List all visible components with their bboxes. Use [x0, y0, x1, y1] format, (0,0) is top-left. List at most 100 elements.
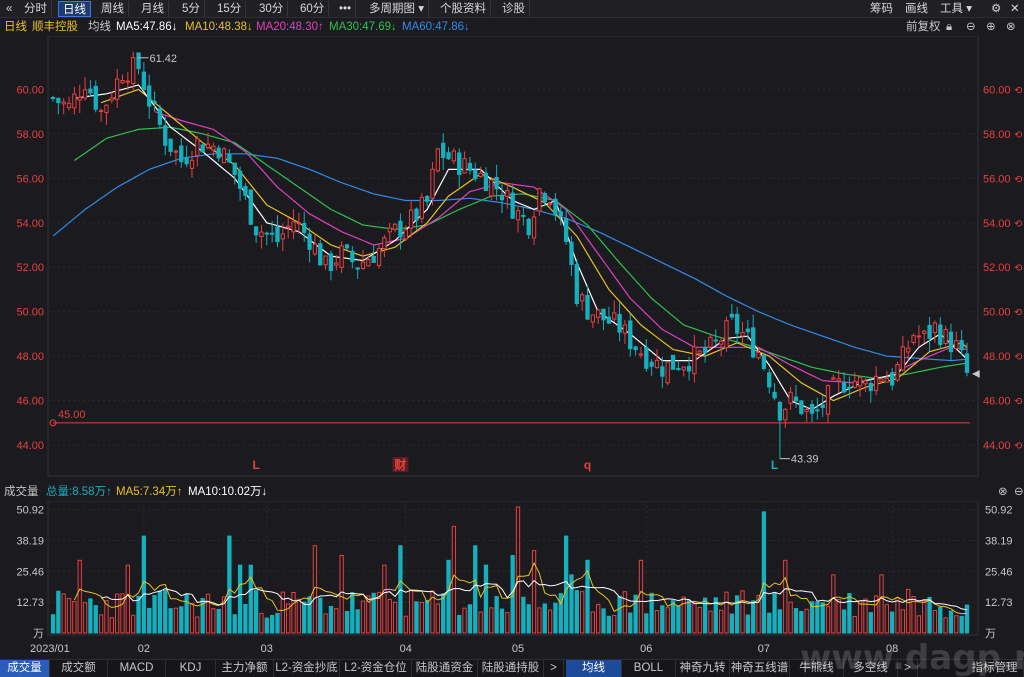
- volume-bar: [596, 603, 601, 634]
- candle-body: [847, 386, 852, 389]
- draw-line-button[interactable]: 画线: [905, 1, 928, 17]
- tab-kdj[interactable]: KDJ: [166, 660, 216, 677]
- tab-ma-overlay[interactable]: 均线: [566, 660, 622, 677]
- volume-bar: [473, 545, 478, 634]
- tab-60min[interactable]: 60分: [296, 1, 330, 17]
- plus-icon[interactable]: ⊕: [986, 18, 996, 36]
- stock-profile-button[interactable]: 个股资料: [436, 1, 491, 17]
- multi-period-dropdown[interactable]: 多周期图 ▾: [365, 1, 429, 17]
- close-icon[interactable]: ✕: [1010, 1, 1020, 17]
- tab-monthly[interactable]: 月线: [137, 1, 169, 17]
- volume-tick-left: 25.46: [16, 566, 44, 578]
- tab-l2-position[interactable]: L2-资金仓位: [340, 660, 412, 677]
- volume-bar: [799, 610, 804, 634]
- tab-weekly[interactable]: 周线: [97, 1, 129, 17]
- candle-body: [911, 335, 916, 344]
- candle-body: [692, 346, 697, 375]
- tab-l2-bottom[interactable]: L2-资金抄底: [274, 660, 340, 677]
- month-label: 04: [400, 643, 412, 655]
- period-label: 日线: [4, 21, 27, 33]
- candle-body: [264, 232, 269, 235]
- adjust-mode-label[interactable]: 前复权: [906, 18, 941, 36]
- volume-bar: [205, 593, 211, 634]
- volume-bar: [61, 593, 66, 634]
- tools-dropdown[interactable]: 工具 ▾: [940, 1, 972, 17]
- back-icon[interactable]: «: [2, 1, 16, 17]
- volume-bar: [120, 593, 125, 634]
- last-price-arrow-icon: ◀: [972, 368, 980, 379]
- candle-body: [767, 372, 772, 388]
- candle-body: [772, 391, 777, 399]
- candle-body: [50, 96, 56, 99]
- month-label: 05: [512, 643, 524, 655]
- minus-icon[interactable]: ⊖: [966, 18, 976, 36]
- volume-bar: [93, 605, 98, 634]
- volume-bar: [654, 610, 660, 634]
- candle-body: [724, 320, 729, 349]
- tab-magic-five[interactable]: 神奇五线谱: [730, 660, 790, 677]
- tab-magic-nine[interactable]: 神奇九转: [676, 660, 730, 677]
- event-marker: q: [584, 458, 591, 472]
- candle-body: [510, 192, 515, 219]
- volume-bar: [718, 609, 724, 634]
- tab-scroll-right-1[interactable]: >: [544, 660, 564, 677]
- candle-body: [120, 79, 125, 84]
- volume-bar: [66, 598, 72, 634]
- candle-body: [841, 382, 847, 393]
- candle-body: [916, 335, 922, 338]
- volume-chart[interactable]: 50.92 50.92 38.19 38.19 25.46 25.46 12.73 12.73…: [0, 501, 1024, 659]
- volume-bar: [617, 595, 622, 634]
- volume-bar: [825, 605, 831, 634]
- ma20-line: [154, 111, 968, 384]
- volume-tick-left: 50.92: [16, 505, 44, 517]
- volume-bar: [216, 608, 221, 634]
- lock-icon[interactable]: 🔒︎: [946, 18, 952, 36]
- volume-close-icon[interactable]: ⊗: [998, 483, 1008, 501]
- volume-collapse-icon[interactable]: ⊖: [1014, 483, 1024, 501]
- tab-hk-connect-flow[interactable]: 陆股通资金: [412, 660, 478, 677]
- settings-gear-icon[interactable]: ⚙: [991, 1, 1001, 17]
- price-chart[interactable]: 60.00 60.00 58.00 58.00 56.00 56.00 54.00 54.00…: [0, 36, 1024, 481]
- candle-body: [676, 367, 681, 371]
- tab-volume[interactable]: 成交量: [0, 660, 50, 677]
- ma-mode-label[interactable]: 均线: [88, 18, 111, 36]
- diagnose-button[interactable]: 诊股: [498, 1, 530, 17]
- tab-main-net[interactable]: 主力净额: [216, 660, 274, 677]
- tab-30min[interactable]: 30分: [255, 1, 289, 17]
- candle-body: [494, 177, 499, 190]
- price-tick-left: 52.00: [16, 262, 44, 274]
- tab-macd[interactable]: MACD: [108, 660, 166, 677]
- volume-bar: [777, 609, 783, 634]
- volume-bar: [804, 608, 809, 634]
- candle-body: [360, 261, 366, 269]
- close-circle-icon[interactable]: ⊗: [1006, 18, 1016, 36]
- price-tick-left: 48.00: [16, 351, 44, 363]
- tab-boll[interactable]: BOLL: [622, 660, 676, 677]
- volume-bar: [590, 611, 596, 634]
- candle-body: [189, 159, 195, 169]
- candle-body: [868, 382, 873, 392]
- volume-bar: [323, 613, 328, 634]
- volume-bar: [403, 615, 408, 634]
- chip-distribution-button[interactable]: 筹码: [870, 1, 893, 17]
- tab-timeshare[interactable]: 分时: [20, 1, 52, 17]
- tab-5min[interactable]: 5分: [178, 1, 205, 17]
- candle-body: [569, 241, 574, 265]
- candle-body: [72, 93, 77, 109]
- candle-body: [890, 372, 895, 386]
- candle-body: [633, 346, 638, 351]
- candle-body: [312, 243, 318, 255]
- candle-body: [88, 88, 93, 94]
- volume-bar: [521, 596, 526, 634]
- volume-bar: [237, 564, 243, 634]
- volume-bar: [264, 617, 269, 634]
- tab-15min[interactable]: 15分: [213, 1, 247, 17]
- tab-turnover[interactable]: 成交额: [50, 660, 108, 677]
- refresh-icon: ⟲: [1014, 85, 1023, 96]
- candle-body: [815, 409, 820, 412]
- tab-hk-connect-hold[interactable]: 陆股通持股: [478, 660, 544, 677]
- tab-daily[interactable]: 日线: [58, 1, 91, 17]
- candle-body: [906, 347, 911, 353]
- candle-body: [216, 147, 221, 159]
- more-periods-button[interactable]: •••: [335, 1, 357, 17]
